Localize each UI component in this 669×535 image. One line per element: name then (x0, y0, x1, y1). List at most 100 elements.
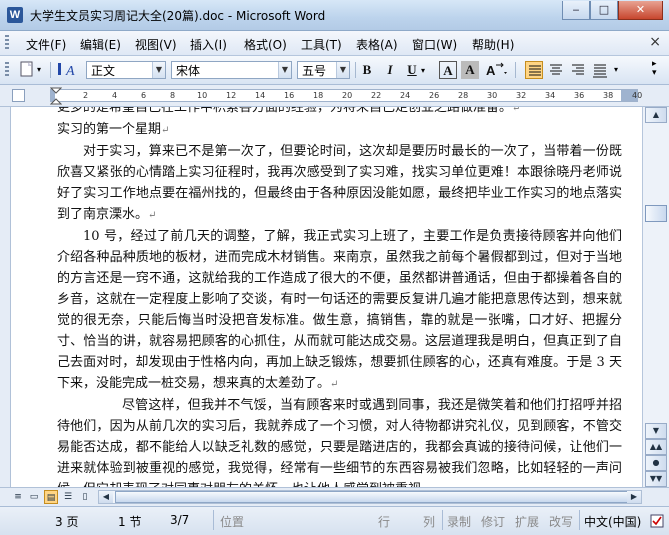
underline-dropdown-icon[interactable]: ▾ (421, 66, 425, 86)
formatting-toolbar: ▾ A 正文 ▼ 宋体 ▼ 五号 ▼ B I U ▾ A A A ▾ ▸ ▾ (0, 56, 669, 85)
maximize-button[interactable]: □ (590, 1, 618, 20)
style-combo-value: 正文 (91, 64, 116, 78)
scroll-right-icon[interactable]: ▶ (627, 491, 641, 503)
status-divider (213, 510, 214, 530)
horizontal-ruler-area: 2 4 6 8 10 12 14 16 18 20 22 24 26 28 30 32 34 36 38 40 (0, 85, 669, 107)
align-center-button[interactable] (547, 61, 565, 79)
window-title: 大学生文员实习周记大全(20篇).doc - Microsoft Word (30, 9, 326, 23)
paragraph-mark-icon: ↵ (330, 379, 339, 390)
align-justify-button[interactable] (525, 61, 543, 79)
ruler-tick-label: 28 (458, 91, 469, 100)
toolbar-separator (515, 62, 516, 78)
character-shading-button[interactable]: A (461, 61, 479, 79)
vertical-scroll-thumb[interactable] (645, 205, 667, 222)
spelling-status-icon[interactable] (650, 514, 664, 528)
document-area[interactable]: 更多的是希望自己在工作中积累各方面的经验，为将来自己走创业之路做准备。↵ 实习的… (11, 107, 642, 487)
status-record-macro[interactable]: 录制 (447, 513, 471, 530)
scroll-up-icon[interactable]: ▲ (645, 107, 667, 123)
document-close-icon[interactable]: × (649, 34, 661, 50)
horizontal-ruler[interactable]: 2 4 6 8 10 12 14 16 18 20 22 24 26 28 30 32 34 36 38 40 (50, 89, 642, 102)
status-column: 列 (423, 515, 436, 529)
font-size-dropdown-icon[interactable]: ▼ (336, 62, 349, 78)
style-combo[interactable]: 正文 ▼ (86, 61, 166, 79)
paragraph: 10 号，经过了前几天的调整，了解，我正式实习上班了，主要工作是负责接待顾客并向… (57, 229, 622, 391)
web-layout-view-icon[interactable]: ▭ (27, 490, 41, 504)
style-dropdown-icon[interactable]: ▼ (152, 62, 165, 78)
ruler-tick-label: 32 (516, 91, 527, 100)
title-bar: W 大学生文员实习周记大全(20篇).doc - Microsoft Word … (0, 0, 669, 31)
font-size-value: 五号 (302, 64, 327, 78)
ruler-tick-label: 24 (400, 91, 411, 100)
distributed-align-button[interactable] (591, 61, 609, 79)
next-page-icon[interactable]: ▼▼ (645, 471, 667, 487)
ruler-tick-label: 6 (141, 91, 147, 100)
underline-button[interactable]: U (403, 61, 421, 79)
ruler-tick-label: 30 (487, 91, 498, 100)
menu-insert[interactable]: 插入(I) (190, 36, 227, 53)
previous-page-icon[interactable]: ▲▲ (645, 439, 667, 455)
new-dropdown-icon[interactable]: ▾ (37, 65, 41, 85)
status-track-changes[interactable]: 修订 (481, 513, 505, 530)
paragraph-mark-icon: ↵ (512, 107, 521, 114)
minimize-button[interactable]: ‒ (562, 1, 590, 20)
ruler-tick-label: 26 (429, 91, 440, 100)
status-section: 1 节 (118, 515, 142, 529)
indent-marker-icon[interactable] (50, 87, 62, 106)
toolbar-grip-icon[interactable] (5, 62, 9, 78)
paragraph: 更多的是希望自己在工作中积累各方面的经验，为将来自己走创业之路做准备。↵ (57, 107, 622, 119)
document-text: 更多的是希望自己在工作中积累各方面的经验，为将来自己走创业之路做准备。↵ 实习的… (57, 107, 622, 487)
menu-format[interactable]: 格式(O) (244, 36, 287, 53)
ruler-tick-label: 10 (197, 91, 208, 100)
horizontal-scrollbar[interactable]: ◀ ▶ (98, 490, 642, 504)
reading-layout-view-icon[interactable]: ▯ (78, 490, 92, 504)
bold-button[interactable]: B (358, 61, 376, 79)
menu-window[interactable]: 窗口(W) (412, 36, 457, 53)
ruler-tick-label: 34 (545, 91, 556, 100)
scroll-down-icon[interactable]: ▼ (645, 423, 667, 439)
menu-view[interactable]: 视图(V) (135, 36, 177, 53)
status-overtype[interactable]: 改写 (549, 513, 573, 530)
menu-edit[interactable]: 编辑(E) (80, 36, 121, 53)
font-dropdown-icon[interactable]: ▼ (278, 62, 291, 78)
menubar-grip-icon[interactable] (5, 35, 9, 51)
print-layout-view-icon[interactable]: ▤ (44, 490, 58, 504)
align-right-button[interactable] (569, 61, 587, 79)
outline-view-icon[interactable]: ☰ (61, 490, 75, 504)
normal-view-icon[interactable]: ≡ (11, 490, 25, 504)
word-app-icon[interactable]: W (7, 7, 23, 23)
ruler-tick-label: 40 (632, 91, 643, 100)
paragraph: 对于实习，算来已不是第一次了，但要论时间，这次却是要历时最长的一次了，当带着一份… (57, 144, 622, 222)
scroll-left-icon[interactable]: ◀ (99, 491, 113, 503)
menu-bar: 文件(F) 编辑(E) 视图(V) 插入(I) 格式(O) 工具(T) 表格(A… (0, 31, 669, 56)
status-bar: 3 页 1 节 3/7 位置 行 列 录制 修订 扩展 改写 中文(中国) (0, 506, 669, 535)
character-border-button[interactable]: A (439, 61, 457, 79)
svg-text:A: A (65, 64, 75, 79)
horizontal-scroll-thumb[interactable] (115, 491, 635, 503)
close-button[interactable]: ✕ (618, 1, 663, 20)
menu-tools[interactable]: 工具(T) (301, 36, 342, 53)
toolbar-separator (50, 62, 51, 78)
vertical-scrollbar[interactable]: ▲ ▼ ▲▲ ● ▼▼ (642, 107, 669, 487)
ruler-tick-label: 4 (112, 91, 118, 100)
status-language[interactable]: 中文(中国) (584, 513, 641, 530)
ruler-tick-label: 36 (574, 91, 585, 100)
new-document-icon[interactable] (18, 60, 36, 80)
toolbar-options-icon[interactable]: ▸ ▾ (652, 60, 657, 80)
menu-help[interactable]: 帮助(H) (472, 36, 514, 53)
select-browse-object-icon[interactable]: ● (645, 455, 667, 471)
window-controls: ‒ □ ✕ (562, 1, 663, 20)
menu-table[interactable]: 表格(A) (356, 36, 398, 53)
paragraph-mark-icon: ↵ (148, 210, 157, 221)
styles-formatting-icon[interactable]: A (56, 60, 86, 80)
status-extend-selection[interactable]: 扩展 (515, 513, 539, 530)
font-combo-value: 宋体 (176, 64, 201, 78)
ruler-tick-label: 38 (603, 91, 614, 100)
font-size-combo[interactable]: 五号 ▼ (297, 61, 350, 79)
character-scaling-icon[interactable]: A (483, 60, 509, 80)
italic-button[interactable]: I (381, 61, 399, 79)
menu-file[interactable]: 文件(F) (26, 36, 66, 53)
align-dropdown-icon[interactable]: ▾ (614, 65, 618, 85)
font-combo[interactable]: 宋体 ▼ (171, 61, 292, 79)
ruler-tick-label: 2 (83, 91, 89, 100)
tab-selector-icon[interactable] (12, 89, 25, 102)
